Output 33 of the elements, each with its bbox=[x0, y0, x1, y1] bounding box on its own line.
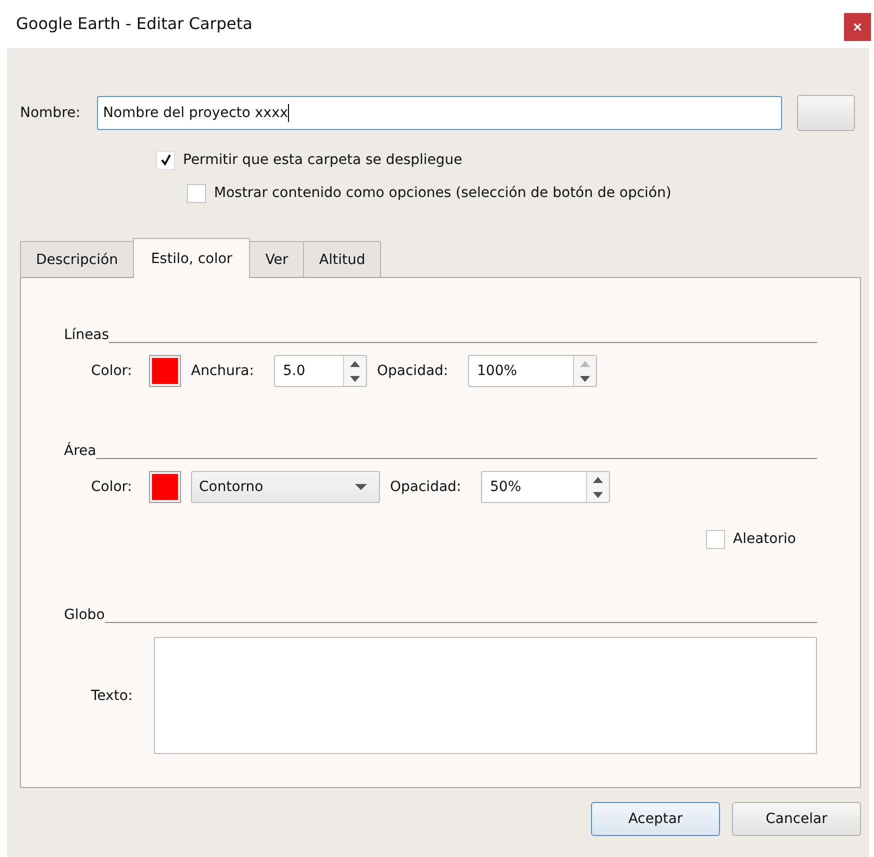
color-label: Color: bbox=[91, 479, 134, 495]
width-label: Anchura: bbox=[191, 363, 255, 379]
dialog-button[interactable]: Aceptar bbox=[591, 802, 720, 836]
section-title: Líneas bbox=[64, 326, 110, 344]
checkbox-label: Aleatorio bbox=[733, 531, 796, 547]
color-swatch[interactable] bbox=[149, 355, 181, 387]
tab[interactable]: Ver bbox=[249, 241, 304, 277]
opacity-spinbox[interactable]: 50% bbox=[481, 471, 610, 503]
checkbox[interactable] bbox=[187, 184, 206, 202]
window-title: Google Earth - Editar Carpeta bbox=[16, 14, 252, 32]
name-label: Nombre: bbox=[20, 105, 82, 121]
icon-button[interactable] bbox=[797, 95, 855, 131]
width-spinbox[interactable]: 5.0 bbox=[274, 355, 367, 387]
checkbox-label: Mostrar contenido como opciones (selección de botón de opción) bbox=[214, 185, 672, 201]
checkbox[interactable] bbox=[706, 530, 725, 548]
close-button[interactable]: × bbox=[844, 13, 871, 41]
checkbox-label: Permitir que esta carpeta se despliegue bbox=[183, 152, 462, 168]
tab[interactable]: Altitud bbox=[303, 241, 382, 277]
opacity-label: Opacidad: bbox=[377, 363, 450, 379]
text-label: Texto: bbox=[91, 688, 134, 704]
name-field[interactable]: Nombre del proyecto xxxx bbox=[97, 96, 782, 130]
opacity-label: Opacidad: bbox=[390, 479, 462, 495]
section-title: Globo bbox=[64, 606, 105, 624]
checkbox[interactable] bbox=[156, 150, 175, 170]
tab[interactable]: Estilo, color bbox=[132, 238, 250, 278]
tab[interactable]: Descripción bbox=[20, 241, 134, 277]
section-title: Área bbox=[64, 442, 96, 460]
color-label: Color: bbox=[91, 363, 134, 379]
text-area[interactable] bbox=[154, 637, 817, 754]
mode-dropdown[interactable]: Contorno bbox=[191, 471, 380, 503]
dialog-button[interactable]: Cancelar bbox=[732, 802, 861, 836]
color-swatch[interactable] bbox=[149, 471, 181, 503]
check-icon bbox=[160, 154, 172, 166]
